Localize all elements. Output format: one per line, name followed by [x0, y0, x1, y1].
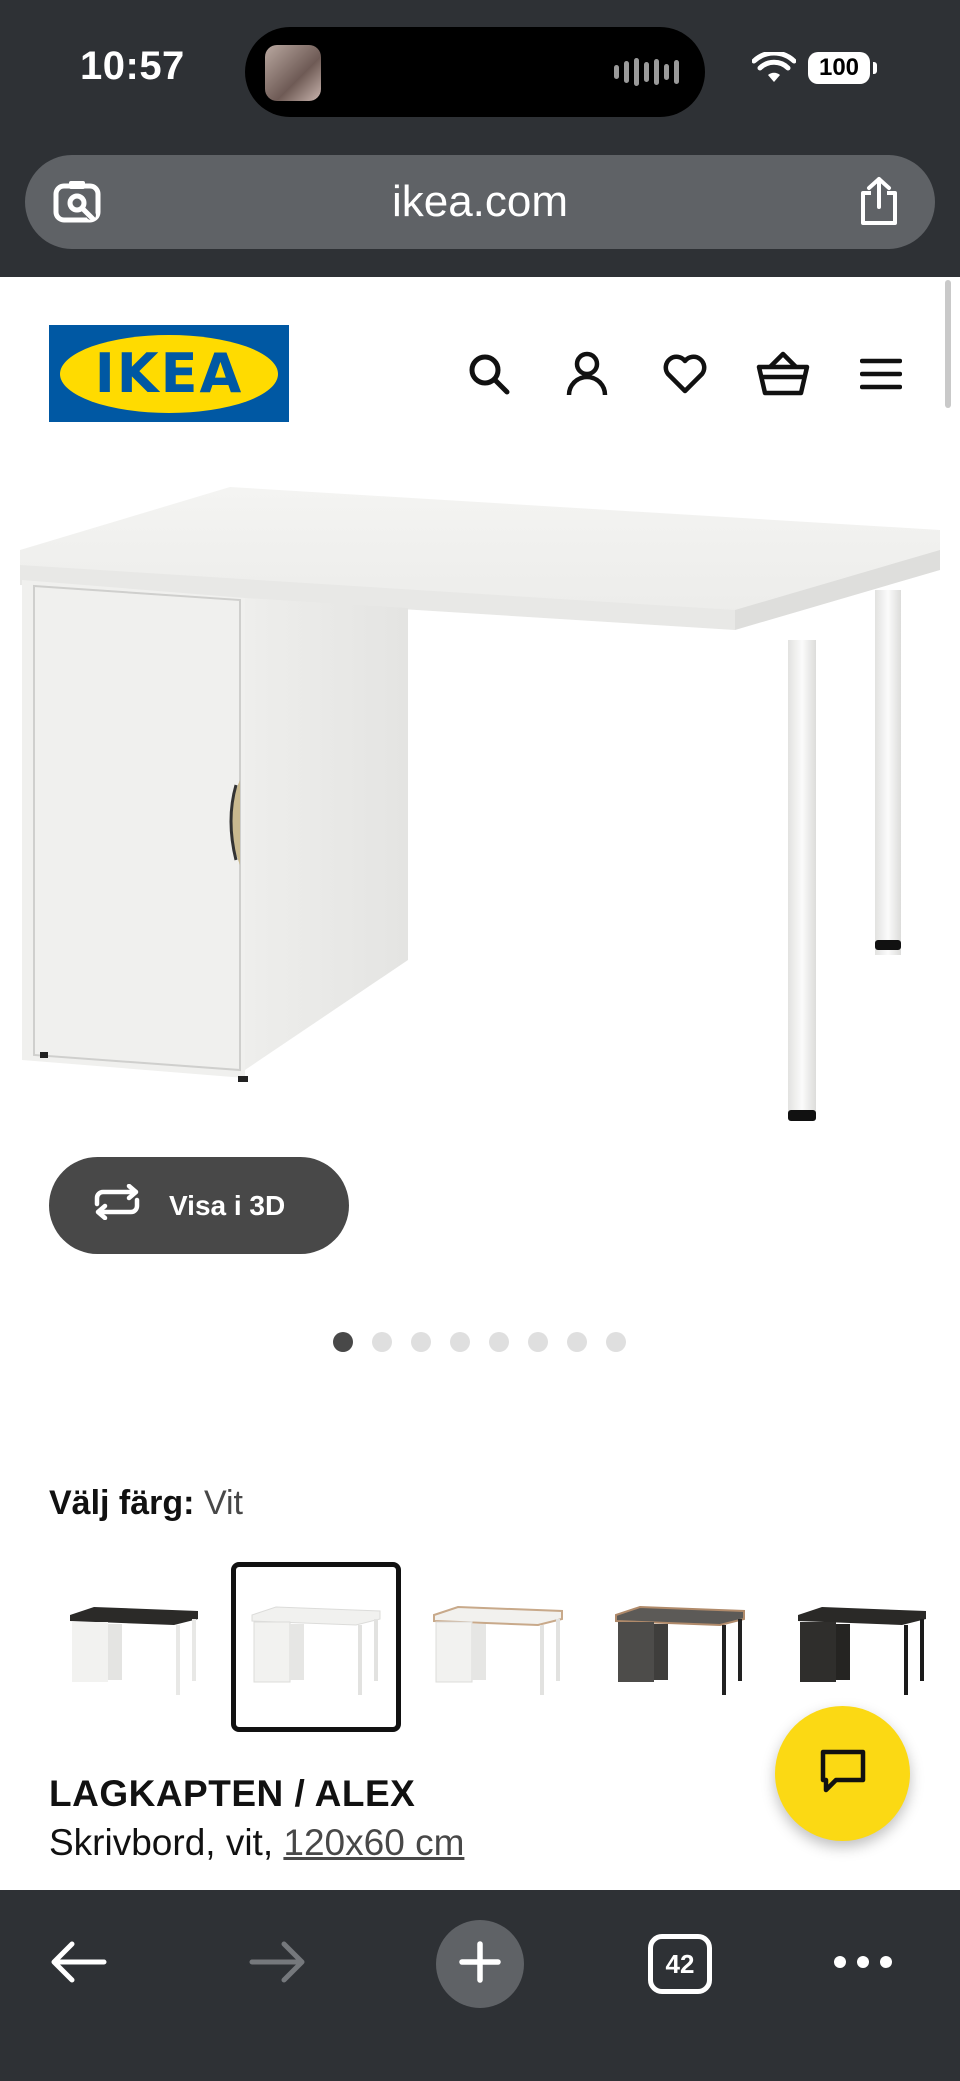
account-icon[interactable] — [538, 346, 636, 402]
chat-button[interactable] — [775, 1706, 910, 1841]
product-description-text: Skrivbord, vit, — [49, 1822, 284, 1863]
address-bar[interactable]: ikea.com — [25, 155, 935, 249]
search-icon[interactable] — [440, 346, 538, 402]
dynamic-island[interactable] — [245, 27, 705, 117]
share-icon[interactable] — [857, 175, 901, 232]
color-swatch[interactable] — [595, 1562, 765, 1732]
back-button[interactable] — [38, 1926, 118, 2002]
color-label-title: Välj färg: — [49, 1484, 195, 1522]
color-swatches — [49, 1562, 947, 1732]
color-swatch[interactable] — [49, 1562, 219, 1732]
product-size-link[interactable]: 120x60 cm — [283, 1822, 464, 1863]
status-time: 10:57 — [80, 44, 185, 88]
gallery-dot[interactable] — [606, 1332, 626, 1352]
header-nav — [440, 346, 930, 402]
battery-indicator: 100 — [808, 52, 877, 84]
color-swatch[interactable] — [777, 1562, 947, 1732]
scrollbar-thumb[interactable] — [945, 280, 951, 408]
gallery-dot[interactable] — [528, 1332, 548, 1352]
color-picker-label: Välj färg: Vit — [49, 1484, 243, 1523]
color-swatch-selected[interactable] — [231, 1562, 401, 1732]
color-swatch[interactable] — [413, 1562, 583, 1732]
rotate-3d-icon — [91, 1183, 143, 1227]
view-3d-label: Visa i 3D — [169, 1189, 286, 1221]
view-3d-button[interactable]: Visa i 3D — [49, 1157, 349, 1254]
plus-icon — [458, 1940, 502, 1989]
heart-icon[interactable] — [636, 346, 734, 402]
wifi-icon — [751, 50, 797, 91]
logo-text: IKEA — [94, 342, 244, 405]
audio-wave-icon — [614, 57, 679, 87]
chat-bubble-icon — [818, 1747, 868, 1800]
arrow-right-icon — [248, 1940, 308, 1989]
product-title: LAGKAPTEN / ALEX — [49, 1773, 416, 1814]
menu-icon[interactable] — [832, 346, 930, 402]
gallery-dot[interactable] — [372, 1332, 392, 1352]
gallery-dot[interactable] — [333, 1332, 353, 1352]
tab-switcher-button[interactable]: 42 — [648, 1934, 712, 1994]
new-tab-button[interactable] — [436, 1920, 524, 2008]
gallery-dot[interactable] — [489, 1332, 509, 1352]
selected-color-value: Vit — [203, 1484, 244, 1522]
ikea-logo[interactable]: IKEA — [49, 325, 289, 422]
browser-bottom-toolbar: 42 — [0, 1890, 960, 2081]
gallery-dot[interactable] — [411, 1332, 431, 1352]
arrow-left-icon — [48, 1940, 108, 1989]
now-playing-thumbnail — [265, 45, 321, 101]
browser-top-bar: 10:57 100 ikea.com — [0, 0, 960, 277]
more-dots-icon — [833, 1955, 893, 1974]
gallery-pagination — [333, 1332, 626, 1352]
gallery-dot[interactable] — [450, 1332, 470, 1352]
more-button[interactable] — [828, 1926, 898, 2002]
url-text: ikea.com — [391, 177, 569, 226]
forward-button[interactable] — [238, 1926, 318, 2002]
product-image[interactable] — [0, 470, 960, 1170]
product-description: Skrivbord, vit, 120x60 cm — [49, 1822, 464, 1864]
basket-icon[interactable] — [734, 346, 832, 402]
gallery-dot[interactable] — [567, 1332, 587, 1352]
